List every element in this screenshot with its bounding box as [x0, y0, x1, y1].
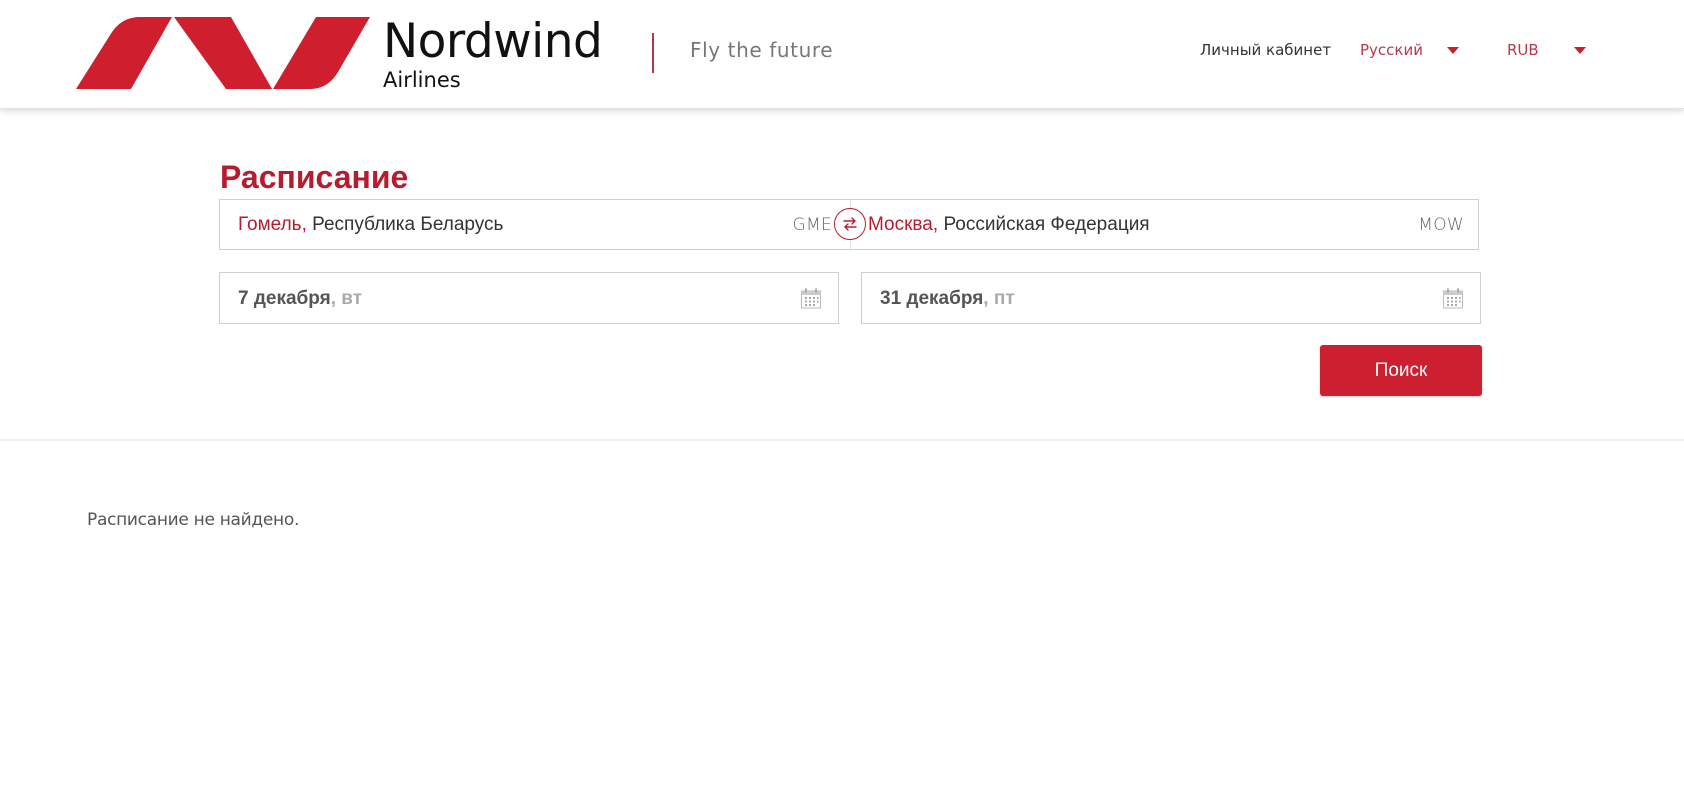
date-to-value: 31 декабря, пт — [880, 288, 1015, 310]
date-to-date: 31 декабря — [880, 288, 984, 309]
empty-results-message: Расписание не найдено. — [87, 510, 300, 530]
origin-code: GME — [792, 215, 832, 235]
account-link[interactable]: Личный кабинет — [1200, 40, 1331, 60]
date-from-field[interactable]: 7 декабря, вт — [219, 272, 839, 324]
destination-city: Москва — [868, 214, 933, 235]
calendar-icon[interactable] — [1442, 287, 1464, 309]
destination-country: Российская Федерация — [943, 214, 1150, 235]
date-to-field[interactable]: 31 декабря, пт — [861, 272, 1481, 324]
date-from-value: 7 декабря, вт — [238, 288, 362, 310]
destination-separator: , — [932, 214, 944, 235]
brand-subtitle: Airlines — [383, 68, 461, 92]
tagline: Fly the future — [690, 38, 834, 62]
calendar-icon[interactable] — [800, 287, 822, 309]
origin-field[interactable]: Гомель, Республика Беларусь GME — [220, 200, 832, 249]
date-to-weekday: , пт — [983, 288, 1015, 309]
nordwind-logo-icon[interactable] — [74, 14, 374, 92]
destination-code: MOW — [1418, 215, 1464, 235]
page-title: Расписание — [220, 159, 409, 196]
destination-field[interactable]: Москва, Российская Федерация MOW — [868, 200, 1478, 249]
date-from-date: 7 декабря — [238, 288, 331, 309]
origin-value: Гомель, Республика Беларусь — [238, 214, 503, 236]
search-button[interactable]: Поиск — [1320, 345, 1482, 396]
origin-separator: , — [301, 214, 313, 235]
language-chevron-down-icon[interactable] — [1447, 47, 1459, 54]
language-selector[interactable]: Русский — [1360, 40, 1423, 60]
site-header: Nordwind Airlines Fly the future Личный … — [0, 0, 1684, 109]
swap-arrows-icon — [843, 217, 857, 231]
brand-name: Nordwind — [383, 14, 603, 69]
origin-country: Республика Беларусь — [312, 214, 504, 235]
destination-value: Москва, Российская Федерация — [868, 214, 1150, 236]
date-from-weekday: , вт — [330, 288, 363, 309]
origin-city: Гомель — [238, 214, 302, 235]
route-selector: Гомель, Республика Беларусь GME Москва, … — [219, 199, 1479, 250]
swap-route-button[interactable] — [834, 208, 866, 240]
brand-divider — [652, 33, 654, 73]
section-divider — [0, 439, 1684, 441]
currency-chevron-down-icon[interactable] — [1574, 47, 1586, 54]
currency-selector[interactable]: RUB — [1507, 40, 1539, 60]
